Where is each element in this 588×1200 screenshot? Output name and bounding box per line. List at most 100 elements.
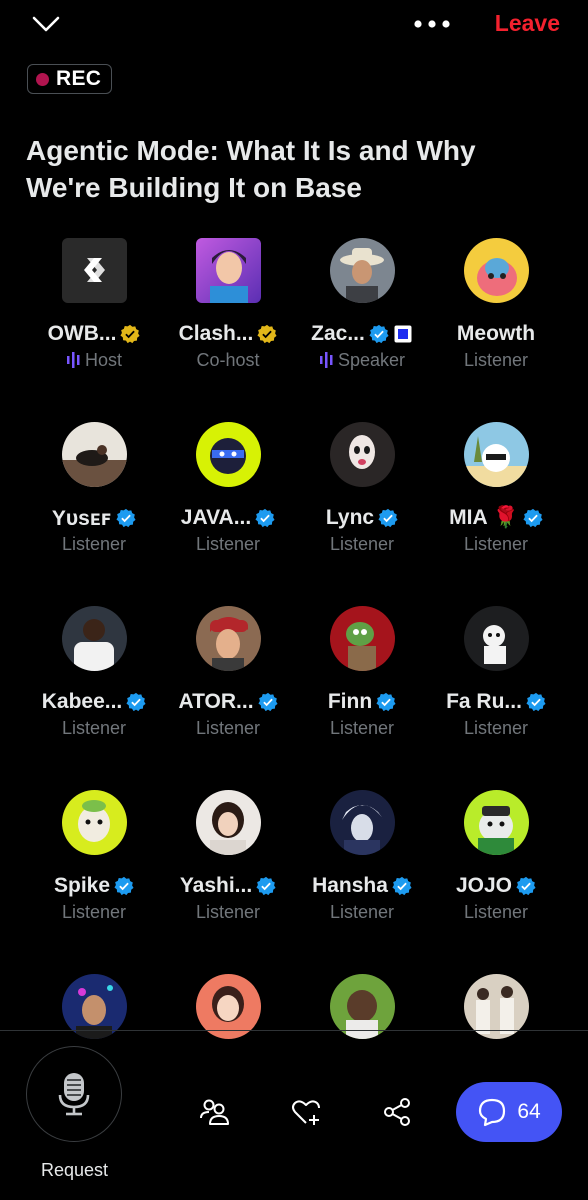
request-mic-button[interactable] xyxy=(26,1046,122,1142)
participant[interactable]: Yᴜsᴇꜰ Listener xyxy=(27,422,161,606)
participant-name: Spike xyxy=(53,874,111,897)
participant-name: MIA 🌹 xyxy=(449,506,519,529)
participant-role: Listener xyxy=(463,349,529,370)
participant-role: Listener xyxy=(463,901,529,922)
participant-name: Zac... xyxy=(311,322,365,345)
chevron-down-icon[interactable] xyxy=(30,12,62,36)
participant-name: Kabee... xyxy=(41,690,123,713)
participant[interactable]: Zac... Speaker xyxy=(295,238,429,422)
participant[interactable] xyxy=(161,974,295,1158)
participant-name: Fa Ru... xyxy=(446,690,522,713)
participant[interactable]: OWB... Host xyxy=(27,238,161,422)
participant-role: Listener xyxy=(195,901,261,922)
microphone-icon xyxy=(58,1073,90,1116)
avatar xyxy=(329,422,395,487)
participants-grid: OWB... Host Clash... Co-host Zac... Spea… xyxy=(27,238,563,1158)
participant[interactable]: MIA 🌹 Listener xyxy=(429,422,563,606)
recording-dot-icon xyxy=(36,72,49,86)
participant-name: Finn xyxy=(327,690,373,713)
verified-blue-icon xyxy=(116,508,136,528)
verified-blue-icon xyxy=(392,876,412,896)
verified-blue-icon xyxy=(523,508,543,528)
verified-blue-icon xyxy=(526,692,546,712)
avatar xyxy=(329,790,395,855)
verified-blue-icon xyxy=(255,508,275,528)
participant-role: Co-host xyxy=(196,349,260,370)
participant-name: Lync xyxy=(325,506,375,529)
avatar xyxy=(329,238,395,303)
avatar xyxy=(195,238,261,303)
space-title: Agentic Mode: What It Is and Why We're B… xyxy=(26,135,476,203)
participant[interactable]: Hansha Listener xyxy=(295,790,429,974)
avatar xyxy=(61,422,127,487)
chat-count: 64 xyxy=(517,1100,541,1123)
participant[interactable]: Lync Listener xyxy=(295,422,429,606)
verified-blue-icon xyxy=(257,692,278,712)
participant-role: Listener xyxy=(61,717,127,738)
chat-bubble-icon xyxy=(479,1098,506,1127)
avatar xyxy=(61,238,127,303)
participant-name: Yᴜsᴇꜰ xyxy=(51,506,113,530)
avatar xyxy=(463,238,529,303)
speaking-bars-icon xyxy=(319,352,333,368)
participant-role: Listener xyxy=(195,533,261,554)
avatar xyxy=(463,422,529,487)
participant[interactable]: Meowth Listener xyxy=(429,238,563,422)
participant[interactable] xyxy=(295,974,429,1158)
participant-role: Listener xyxy=(329,717,395,738)
participant-role: Listener xyxy=(463,533,529,554)
participant-name: ATOR... xyxy=(178,690,254,713)
speaking-bars-icon xyxy=(66,352,80,368)
participant-name: JAVA... xyxy=(180,506,252,529)
participant[interactable]: JAVA... Listener xyxy=(161,422,295,606)
space-screen: Leave REC Agentic Mode: What It Is and W… xyxy=(0,0,588,1200)
avatar xyxy=(195,606,261,671)
avatar xyxy=(195,422,261,487)
participant-name: Clash... xyxy=(178,322,254,345)
participant-role: Speaker xyxy=(337,349,406,370)
verified-gold-icon xyxy=(257,324,277,344)
verified-blue-icon xyxy=(114,876,134,896)
verified-gold-icon xyxy=(120,324,140,344)
avatar xyxy=(463,606,529,671)
participant[interactable]: Clash... Co-host xyxy=(161,238,295,422)
verified-blue-icon xyxy=(369,324,389,344)
avatar xyxy=(61,606,127,671)
verified-blue-icon xyxy=(256,876,276,896)
chat-button[interactable]: 64 xyxy=(456,1082,562,1142)
participant[interactable]: Yashi... Listener xyxy=(161,790,295,974)
avatar xyxy=(329,606,395,671)
participant[interactable]: Finn Listener xyxy=(295,606,429,790)
participant-name: Yashi... xyxy=(179,874,253,897)
participant-role: Listener xyxy=(329,533,395,554)
participant[interactable]: Kabee... Listener xyxy=(27,606,161,790)
participant[interactable]: JOJO Listener xyxy=(429,790,563,974)
bottom-divider xyxy=(0,1030,588,1031)
participant-name: Hansha xyxy=(312,874,388,897)
verified-blue-icon xyxy=(126,692,146,712)
participant[interactable]: Fa Ru... Listener xyxy=(429,606,563,790)
participant-name: Meowth xyxy=(456,322,536,345)
participant-name: JOJO xyxy=(455,874,513,897)
participant-name: OWB... xyxy=(47,322,117,345)
more-horizontal-icon[interactable] xyxy=(412,14,452,34)
participant-role: Listener xyxy=(61,533,127,554)
participant-role: Host xyxy=(84,349,122,370)
participant-role: Listener xyxy=(195,717,261,738)
verified-blue-icon xyxy=(516,876,536,896)
verified-blue-icon xyxy=(376,692,396,712)
square-badge-icon xyxy=(394,325,412,343)
leave-button[interactable]: Leave xyxy=(495,10,560,37)
people-icon[interactable] xyxy=(198,1096,230,1128)
verified-blue-icon xyxy=(378,508,398,528)
share-icon[interactable] xyxy=(381,1096,413,1128)
participant-role: Listener xyxy=(61,901,127,922)
avatar xyxy=(463,790,529,855)
participant-role: Listener xyxy=(329,901,395,922)
recording-badge: REC xyxy=(27,64,113,94)
participant[interactable]: Spike Listener xyxy=(27,790,161,974)
avatar xyxy=(195,790,261,855)
participant[interactable]: ATOR... Listener xyxy=(161,606,295,790)
recording-label: REC xyxy=(56,67,102,90)
heart-plus-icon[interactable] xyxy=(290,1096,322,1128)
